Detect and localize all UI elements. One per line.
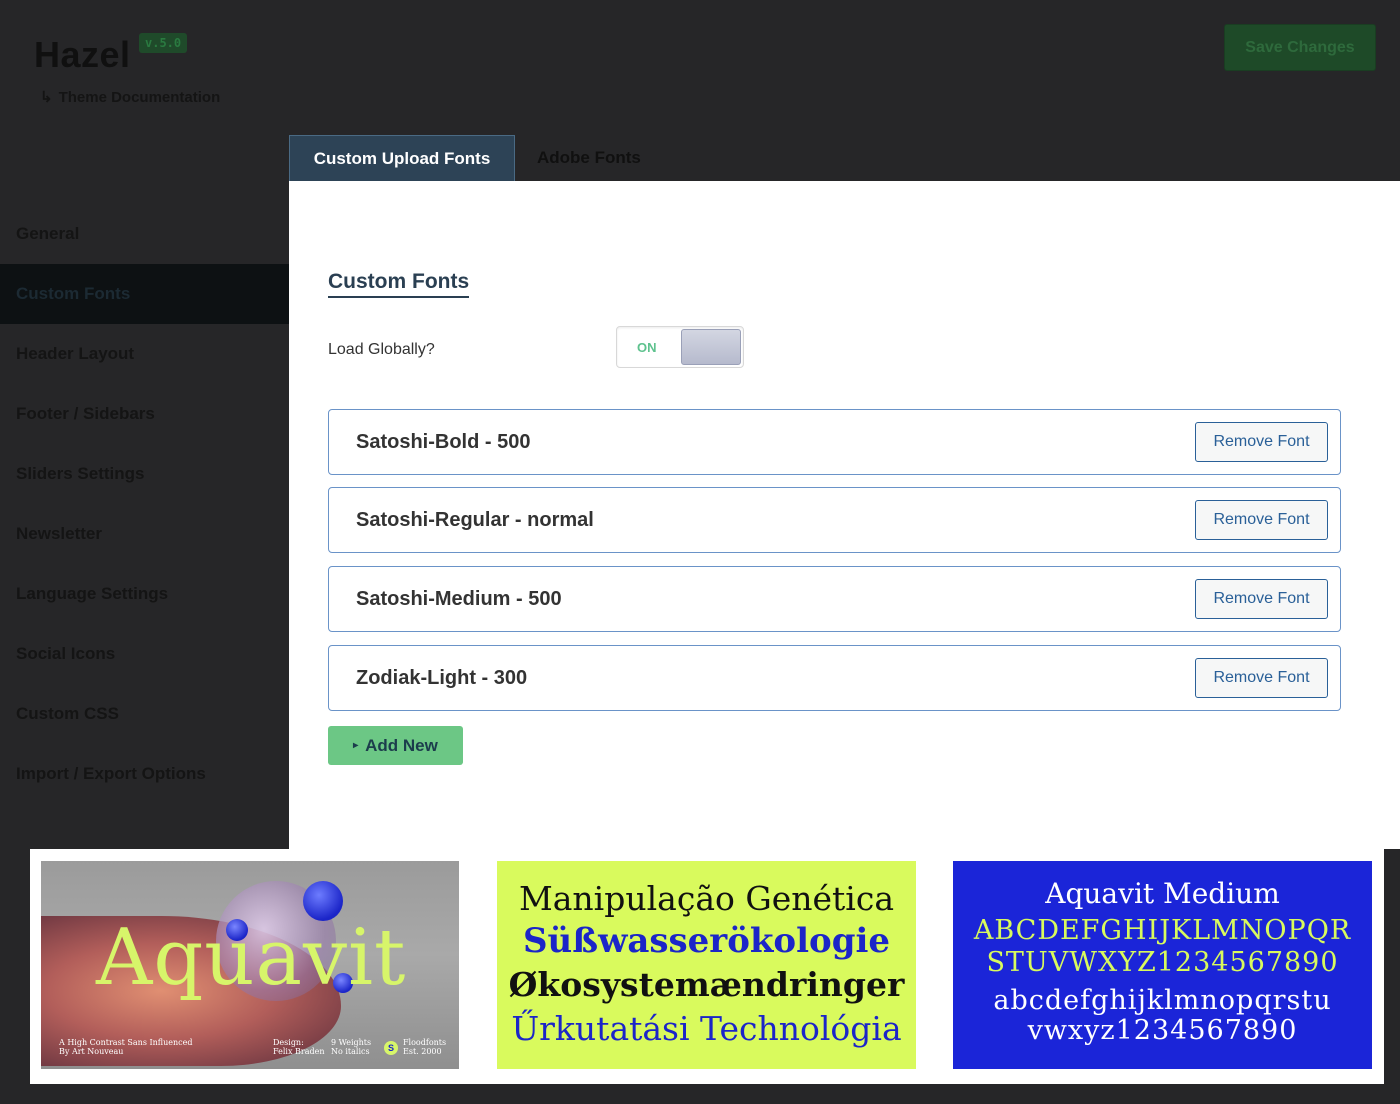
aquavit-poster: Aquavit A High Contrast Sans Influenced … (41, 861, 459, 1069)
tab-bar: Custom Upload Fonts Adobe Fonts (289, 135, 663, 181)
font-name: Satoshi-Regular - normal (356, 509, 594, 531)
remove-font-button[interactable]: Remove Font (1195, 500, 1328, 540)
poster-foundry-line: Est. 2000 (403, 1047, 442, 1057)
tab-custom-upload-fonts[interactable]: Custom Upload Fonts (289, 135, 515, 181)
sidebar-item-social-icons[interactable]: Social Icons (0, 624, 289, 684)
save-changes-button[interactable]: Save Changes (1224, 24, 1376, 71)
sidebar-item-import-export[interactable]: Import / Export Options (0, 744, 289, 804)
poster-description: A High Contrast Sans Influenced By Art N… (59, 1039, 193, 1057)
font-row: Satoshi-Regular - normal Remove Font (328, 487, 1341, 553)
poster-foundry: Floodfonts Est. 2000 (403, 1039, 446, 1057)
remove-font-button[interactable]: Remove Font (1195, 422, 1328, 462)
specimen-title: Aquavit Medium (1045, 877, 1280, 910)
specimen-line: Manipulação Genética (518, 879, 895, 918)
remove-font-button[interactable]: Remove Font (1195, 579, 1328, 619)
font-row: Zodiak-Light - 300 Remove Font (328, 645, 1341, 711)
poster-designer-line: Felix Braden (273, 1047, 325, 1057)
sidebar-item-header-layout[interactable]: Header Layout (0, 324, 289, 384)
specimen-line: Süßwasserökologie (522, 921, 891, 961)
font-name: Zodiak-Light - 300 (356, 667, 528, 689)
toggle-on-label: ON (637, 340, 657, 355)
custom-fonts-panel: Custom Fonts Load Globally? ON Satoshi-B… (289, 181, 1400, 849)
font-showcase: Aquavit A High Contrast Sans Influenced … (30, 849, 1384, 1084)
toggle-knob[interactable] (681, 329, 741, 365)
poster-title: Aquavit (96, 913, 407, 1003)
poster-weights: 9 Weights No italics (331, 1039, 371, 1057)
font-row: Satoshi-Bold - 500 Remove Font (328, 409, 1341, 475)
version-badge: v.5.0 (139, 33, 188, 53)
font-name: Satoshi-Medium - 500 (356, 588, 562, 610)
specimen-line: Økosystemændringer (508, 965, 905, 1004)
font-row: Satoshi-Medium - 500 Remove Font (328, 566, 1341, 632)
alphabet-specimen-card: Aquavit Medium ABCDEFGHIJKLMNOPQR STUVWX… (953, 861, 1372, 1069)
sidebar-item-newsletter[interactable]: Newsletter (0, 504, 289, 564)
brand-title: Hazel (34, 34, 131, 75)
section-title: Custom Fonts (328, 270, 470, 298)
remove-font-button[interactable]: Remove Font (1195, 658, 1328, 698)
return-arrow-icon: ↳ (40, 89, 53, 106)
load-globally-toggle[interactable]: ON (616, 326, 744, 368)
lowercase-line: abcdefghijklmnopqrstu (993, 985, 1332, 1016)
sidebar-item-language-settings[interactable]: Language Settings (0, 564, 289, 624)
sidebar-item-custom-css[interactable]: Custom CSS (0, 684, 289, 744)
caret-right-icon: ▸ (353, 740, 359, 751)
language-specimen-card: Manipulação Genética Süßwasserökologie Ø… (497, 861, 916, 1069)
poster-description-line: By Art Nouveau (59, 1047, 124, 1057)
add-new-label: Add New (365, 735, 438, 755)
sidebar-item-general[interactable]: General (0, 204, 289, 264)
poster-weights-line: No italics (331, 1047, 370, 1057)
theme-documentation-label: Theme Documentation (58, 89, 221, 106)
tab-adobe-fonts[interactable]: Adobe Fonts (515, 135, 663, 181)
poster-designer: Design: Felix Braden (273, 1039, 325, 1057)
load-globally-label: Load Globally? (328, 341, 435, 358)
floodfonts-logo-icon: S (384, 1041, 398, 1055)
uppercase-line: STUVWXYZ1234567890 (986, 947, 1339, 978)
font-name: Satoshi-Bold - 500 (356, 431, 531, 453)
theme-documentation-link[interactable]: ↳ Theme Documentation (40, 88, 220, 106)
sidebar-nav: General Custom Fonts Header Layout Foote… (0, 204, 289, 804)
sidebar-item-footer-sidebars[interactable]: Footer / Sidebars (0, 384, 289, 444)
specimen-line: Űrkutatási Technológia (511, 1009, 902, 1048)
sidebar-item-sliders-settings[interactable]: Sliders Settings (0, 444, 289, 504)
lowercase-line: vwxyz1234567890 (1027, 1015, 1298, 1046)
uppercase-line: ABCDEFGHIJKLMNOPQR (973, 915, 1352, 946)
add-new-button[interactable]: ▸ Add New (328, 726, 463, 765)
sidebar-item-custom-fonts[interactable]: Custom Fonts (0, 264, 289, 324)
